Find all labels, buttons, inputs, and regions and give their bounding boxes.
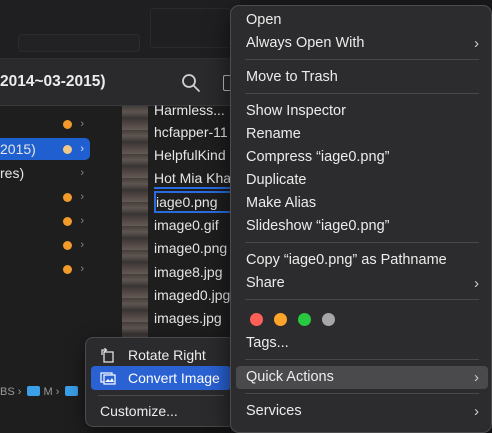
file-item[interactable]: imaged0.jpg bbox=[154, 284, 240, 306]
search-icon[interactable] bbox=[181, 73, 201, 93]
folder-icon bbox=[65, 386, 79, 396]
file-item[interactable]: HelpfulKind bbox=[154, 144, 240, 166]
menu-separator bbox=[245, 359, 479, 360]
compress-menu-item[interactable]: Compress “iage0.png” bbox=[236, 146, 488, 169]
background-toolbar bbox=[18, 34, 140, 52]
menu-separator bbox=[98, 395, 224, 396]
sidebar-item[interactable]: res) › bbox=[0, 162, 90, 184]
convert-image-menu-item[interactable]: Convert Image bbox=[91, 366, 231, 390]
chevron-right-icon: › bbox=[474, 403, 479, 420]
tag-dot-icon bbox=[63, 217, 72, 226]
rename-menu-item[interactable]: Rename bbox=[236, 123, 488, 146]
path-segment[interactable]: M bbox=[43, 386, 52, 398]
always-open-with-menu-item[interactable]: Always Open With › bbox=[236, 32, 488, 55]
menu-item-label: Always Open With bbox=[246, 35, 365, 51]
services-menu-item[interactable]: Services › bbox=[236, 400, 488, 423]
convert-image-icon bbox=[100, 372, 116, 385]
chevron-right-icon[interactable]: › bbox=[80, 258, 84, 280]
file-item[interactable]: image0.png bbox=[154, 237, 240, 259]
tag-orange-icon[interactable] bbox=[274, 313, 287, 326]
menu-item-label: Rename bbox=[246, 126, 301, 142]
chevron-right-icon[interactable]: › bbox=[80, 138, 84, 160]
chevron-right-icon: › bbox=[474, 369, 479, 386]
path-segment[interactable]: BS bbox=[0, 386, 15, 398]
duplicate-menu-item[interactable]: Duplicate bbox=[236, 169, 488, 192]
file-item[interactable]: image8.jpg bbox=[154, 261, 240, 283]
share-menu-item[interactable]: Share › bbox=[236, 272, 488, 295]
menu-item-label: Move to Trash bbox=[246, 69, 338, 85]
tags-menu-item[interactable]: Tags... bbox=[236, 332, 488, 355]
chevron-right-icon[interactable]: › bbox=[80, 210, 84, 232]
tag-dot-icon bbox=[63, 145, 72, 154]
menu-item-label: Rotate Right bbox=[128, 347, 206, 363]
menu-item-label: Convert Image bbox=[128, 370, 220, 386]
tag-dot-icon bbox=[63, 265, 72, 274]
rotate-right-icon bbox=[101, 347, 114, 363]
file-item[interactable]: hcfapper-11 bbox=[154, 121, 240, 143]
tag-green-icon[interactable] bbox=[298, 313, 311, 326]
chevron-right-icon[interactable]: › bbox=[80, 234, 84, 256]
file-item[interactable]: Hot Mia Kha bbox=[154, 167, 240, 189]
copy-as-pathname-menu-item[interactable]: Copy “iage0.png” as Pathname bbox=[236, 249, 488, 272]
chevron-right-icon: › bbox=[474, 275, 479, 292]
quick-actions-menu-item[interactable]: Quick Actions › bbox=[236, 366, 488, 389]
context-menu: Open Always Open With › Move to Trash Sh… bbox=[230, 5, 492, 433]
make-alias-menu-item[interactable]: Make Alias bbox=[236, 192, 488, 215]
rotate-right-menu-item[interactable]: Rotate Right bbox=[91, 343, 231, 367]
chevron-right-icon[interactable]: › bbox=[80, 186, 84, 208]
menu-separator bbox=[245, 59, 479, 60]
sidebar-item[interactable]: › bbox=[0, 113, 90, 135]
sidebar-item[interactable]: › bbox=[0, 210, 90, 232]
menu-item-label: Customize... bbox=[100, 403, 178, 419]
menu-item-label: Tags... bbox=[246, 335, 289, 351]
menu-item-label: Copy “iage0.png” as Pathname bbox=[246, 252, 447, 268]
chevron-right-icon[interactable]: › bbox=[80, 162, 84, 184]
tag-dot-icon bbox=[63, 241, 72, 250]
tag-red-icon[interactable] bbox=[250, 313, 263, 326]
slideshow-menu-item[interactable]: Slideshow “iage0.png” bbox=[236, 215, 488, 238]
file-item-selected[interactable]: iage0.png bbox=[154, 191, 240, 213]
chevron-right-icon[interactable]: › bbox=[80, 113, 84, 135]
tag-gray-icon[interactable] bbox=[322, 313, 335, 326]
menu-separator bbox=[245, 242, 479, 243]
file-item[interactable]: image0.gif bbox=[154, 214, 240, 236]
move-to-trash-menu-item[interactable]: Move to Trash bbox=[236, 66, 488, 89]
window-title: 2014~03-2015) bbox=[0, 73, 106, 90]
sidebar-item[interactable]: › bbox=[0, 234, 90, 256]
open-menu-item[interactable]: Open bbox=[236, 9, 488, 32]
menu-item-label: Make Alias bbox=[246, 195, 317, 211]
menu-item-label: Share bbox=[246, 275, 285, 291]
customize-menu-item[interactable]: Customize... bbox=[91, 399, 231, 423]
menu-item-label: Duplicate bbox=[246, 172, 307, 188]
tag-dot-icon bbox=[63, 120, 72, 129]
sidebar-item[interactable]: › bbox=[0, 258, 90, 280]
menu-separator bbox=[245, 393, 479, 394]
folder-icon bbox=[27, 386, 41, 396]
quick-actions-submenu: Rotate Right Convert Image Customize... bbox=[85, 337, 235, 427]
tag-dot-icon bbox=[63, 193, 72, 202]
sidebar-item-selected[interactable]: 2015) › bbox=[0, 138, 90, 160]
background-panel bbox=[150, 8, 232, 48]
menu-separator bbox=[245, 93, 479, 94]
background-window bbox=[0, 0, 240, 58]
menu-item-label: Compress “iage0.png” bbox=[246, 149, 390, 165]
file-item[interactable]: images.jpg bbox=[154, 307, 240, 329]
menu-item-label: Show Inspector bbox=[246, 103, 346, 119]
path-separator: › bbox=[55, 386, 60, 398]
chevron-right-icon: › bbox=[474, 35, 479, 52]
menu-item-label: Slideshow “iage0.png” bbox=[246, 218, 390, 234]
show-inspector-menu-item[interactable]: Show Inspector bbox=[236, 100, 488, 123]
file-item[interactable]: Harmless... bbox=[154, 99, 240, 121]
menu-item-label: Services bbox=[246, 403, 302, 419]
sidebar-item[interactable]: › bbox=[0, 186, 90, 208]
sidebar-item-label: res) bbox=[0, 165, 25, 181]
menu-item-label: Quick Actions bbox=[246, 369, 334, 385]
menu-separator bbox=[245, 299, 479, 300]
menu-item-label: Open bbox=[246, 12, 282, 28]
sidebar-item-label: 2015) bbox=[0, 141, 36, 157]
path-separator: › bbox=[17, 386, 22, 398]
